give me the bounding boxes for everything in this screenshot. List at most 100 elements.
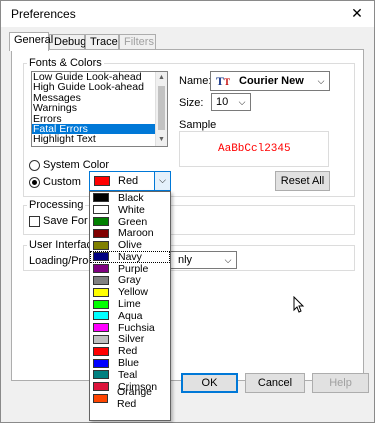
save-checkbox[interactable] [29, 216, 40, 227]
color-option[interactable]: Fuchsia [90, 322, 170, 334]
color-swatch [93, 228, 109, 238]
font-size-value: 10 [216, 96, 229, 108]
color-swatch [93, 334, 109, 344]
color-swatch [93, 216, 109, 226]
color-option-label: Navy [118, 250, 142, 263]
color-option-label: Black [118, 191, 144, 204]
list-scrollbar[interactable]: ▲ ▼ [155, 72, 167, 146]
color-option[interactable]: Navy [90, 251, 170, 263]
color-option-label: Orange Red [116, 386, 153, 411]
window-title: Preferences [11, 7, 76, 21]
sample-text: AaBbCcl2345 [218, 143, 291, 155]
color-value: Red [118, 175, 139, 187]
color-option[interactable]: Silver [90, 333, 170, 346]
color-option[interactable]: Green [90, 216, 170, 228]
color-option[interactable]: Black [90, 192, 170, 204]
loading-combo-value: nly [178, 254, 193, 266]
font-name-combo[interactable]: TT Courier New ⌵ [210, 71, 330, 91]
color-swatch [94, 176, 110, 186]
help-button: Help [312, 373, 369, 393]
fonts-colors-list[interactable]: Low Guide Look-ahead High Guide Look-ahea… [31, 71, 168, 147]
list-item[interactable]: Highlight Text [32, 134, 167, 145]
sample-preview: AaBbCcl2345 [179, 131, 329, 167]
color-option-label: Green [118, 215, 148, 228]
color-option[interactable]: Olive [90, 239, 170, 251]
color-option-label: Maroon [118, 227, 154, 240]
reset-all-button[interactable]: Reset All [275, 171, 330, 191]
size-label: Size: [179, 97, 204, 109]
color-swatch [93, 299, 109, 309]
font-size-combo[interactable]: 10 ⌵ [211, 93, 251, 111]
chevron-down-icon[interactable]: ⌵ [313, 73, 329, 89]
scroll-down-icon[interactable]: ▼ [156, 134, 167, 146]
cancel-button[interactable]: Cancel [245, 373, 305, 393]
color-option[interactable]: Gray [90, 274, 170, 287]
mouse-cursor-icon [293, 296, 305, 313]
system-color-radio[interactable]: System Color [29, 158, 109, 172]
color-option-label: Olive [118, 239, 142, 252]
tab-general[interactable]: General [9, 32, 53, 51]
custom-color-label: Custom [43, 176, 81, 188]
color-option[interactable]: Lime [90, 298, 170, 310]
preferences-dialog: Preferences ✕ General Debug Trace Filter… [0, 0, 375, 423]
color-option[interactable]: Aqua [90, 310, 170, 322]
chevron-down-icon[interactable]: ⌵ [220, 252, 236, 268]
tab-filters: Filters [119, 34, 156, 50]
processing-group-label: Processing [27, 199, 86, 211]
tab-debug[interactable]: Debug [49, 34, 86, 50]
color-swatch [93, 264, 109, 274]
radio-button[interactable] [29, 159, 40, 171]
color-option[interactable]: Purple [90, 263, 170, 275]
color-swatch [93, 382, 109, 392]
color-option-label: Yellow [118, 286, 148, 299]
chevron-down-icon[interactable]: ⌵ [234, 94, 250, 110]
ok-button[interactable]: OK [181, 373, 238, 393]
list-item[interactable]: Warnings [32, 103, 167, 114]
color-option-label: Red [118, 345, 138, 358]
radio-button[interactable] [29, 176, 40, 188]
color-swatch [93, 205, 109, 215]
title-bar: Preferences ✕ [1, 1, 374, 27]
color-option-label: Silver [118, 333, 145, 346]
color-swatch [93, 193, 109, 203]
color-option-label: Purple [118, 262, 149, 275]
color-option-label: Teal [118, 368, 138, 381]
color-swatch [93, 393, 108, 403]
color-option[interactable]: Maroon [90, 227, 170, 239]
scroll-up-icon[interactable]: ▲ [156, 72, 167, 84]
color-option-label: White [118, 203, 145, 216]
scroll-thumb[interactable] [158, 86, 165, 130]
tab-trace[interactable]: Trace [85, 34, 119, 50]
color-swatch [93, 323, 109, 333]
font-name-value: Courier New [239, 75, 304, 87]
color-swatch [93, 287, 109, 297]
color-option[interactable]: White [90, 204, 170, 216]
color-swatch [93, 346, 109, 356]
color-option-label: Lime [118, 298, 141, 311]
color-swatch [93, 275, 109, 285]
color-option[interactable]: Teal [90, 369, 170, 381]
color-option-label: Fuchsia [118, 321, 155, 334]
color-swatch [93, 358, 109, 368]
color-option[interactable]: Yellow [90, 286, 170, 298]
color-option[interactable]: Red [90, 345, 170, 357]
color-swatch [93, 240, 109, 250]
system-color-label: System Color [43, 159, 110, 171]
name-label: Name: [179, 75, 212, 87]
custom-color-combo[interactable]: Red ⌵ [89, 171, 171, 191]
color-option-label: Blue [118, 357, 140, 370]
sample-label: Sample [179, 119, 217, 131]
truetype-font-icon: TT [216, 74, 231, 88]
color-option[interactable]: Blue [90, 357, 170, 369]
fonts-colors-group-label: Fonts & Colors [27, 57, 104, 69]
close-icon[interactable]: ✕ [346, 3, 368, 23]
color-option[interactable]: Orange Red [90, 386, 170, 410]
color-option-label: Aqua [118, 309, 143, 322]
color-dropdown-list[interactable]: Black White Green Maroon Olive Navy Purple Gray… [89, 191, 171, 421]
chevron-down-icon[interactable]: ⌵ [154, 172, 170, 190]
color-swatch [93, 252, 109, 262]
custom-color-radio[interactable]: Custom [29, 175, 81, 189]
color-swatch [93, 370, 109, 380]
color-option-label: Gray [118, 274, 141, 287]
color-swatch [93, 311, 109, 321]
